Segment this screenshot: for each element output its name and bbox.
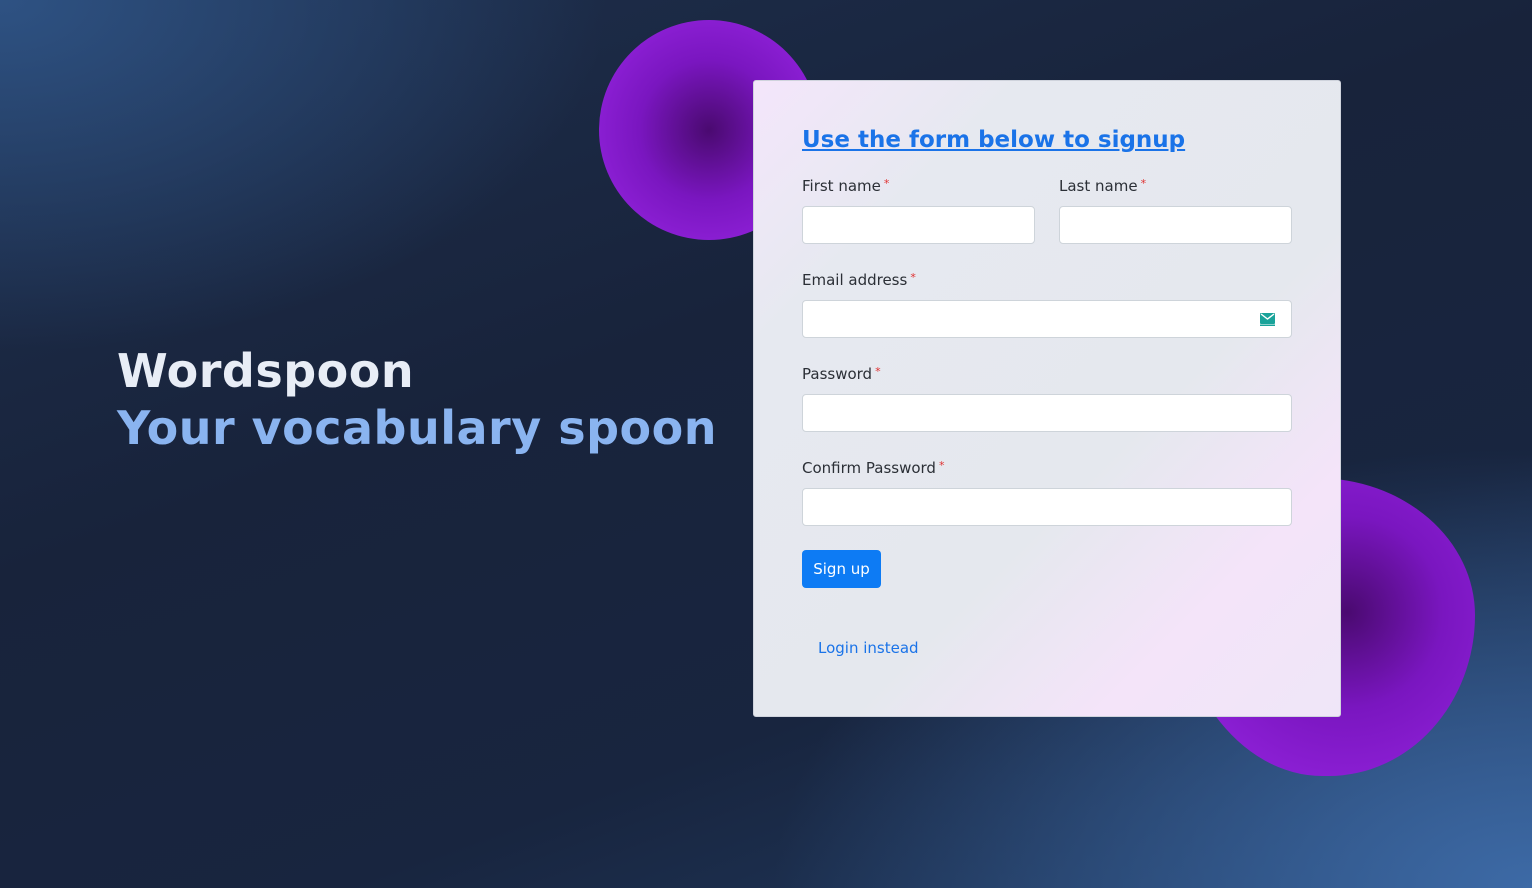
- email-label: Email address *: [802, 271, 916, 289]
- hero-title: Wordspoon: [117, 344, 415, 398]
- login-instead-link[interactable]: Login instead: [818, 639, 919, 657]
- required-marker: *: [1140, 177, 1147, 190]
- email-input[interactable]: [803, 301, 1291, 337]
- required-marker: *: [883, 177, 890, 190]
- required-marker: *: [910, 271, 916, 284]
- first-name-input[interactable]: [802, 206, 1035, 244]
- confirm-password-input[interactable]: [802, 488, 1292, 526]
- confirm-password-label-text: Confirm Password: [802, 459, 936, 477]
- password-label-text: Password: [802, 365, 873, 383]
- hero: Wordspoon Your vocabulary spoon: [117, 344, 717, 458]
- sign-up-button[interactable]: Sign up: [802, 550, 881, 588]
- email-label-text: Email address: [802, 271, 908, 289]
- form-title[interactable]: Use the form below to signup: [802, 127, 1185, 153]
- required-marker: *: [875, 365, 881, 378]
- last-name-label: Last name *: [1059, 177, 1146, 195]
- password-input[interactable]: [802, 394, 1292, 432]
- last-name-label-text: Last name: [1059, 177, 1138, 195]
- email-field-wrapper: [802, 300, 1292, 338]
- first-name-label: First name *: [802, 177, 889, 195]
- last-name-input[interactable]: [1059, 206, 1292, 244]
- required-marker: *: [938, 459, 945, 472]
- signup-card: Use the form below to signup First name *…: [753, 80, 1341, 717]
- hero-subtitle: Your vocabulary spoon: [117, 401, 717, 455]
- confirm-password-label: Confirm Password *: [802, 459, 944, 477]
- first-name-label-text: First name: [802, 177, 881, 195]
- mail-icon[interactable]: [1260, 313, 1275, 326]
- password-label: Password *: [802, 365, 881, 383]
